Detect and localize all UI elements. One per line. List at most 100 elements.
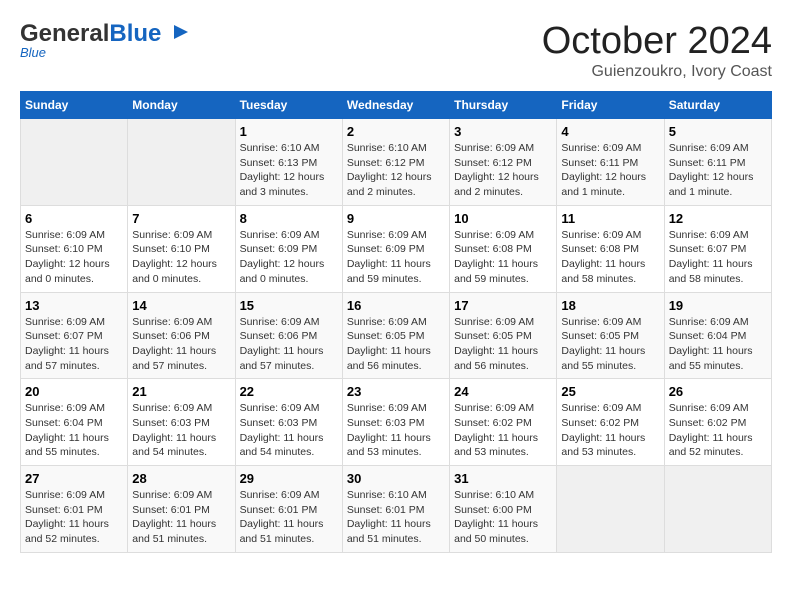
logo-arrow-icon [172,20,190,47]
day-number: 15 [240,298,338,313]
table-row: 18 Sunrise: 6:09 AM Sunset: 6:05 PM Dayli… [557,292,664,379]
col-saturday: Saturday [664,92,771,119]
day-number: 24 [454,384,552,399]
day-number: 28 [132,471,230,486]
table-row: 12 Sunrise: 6:09 AM Sunset: 6:07 PM Dayli… [664,205,771,292]
day-info: Sunrise: 6:09 AM Sunset: 6:10 PM Dayligh… [25,228,123,287]
calendar-week-row: 13Sunrise: 6:09 AM Sunset: 6:07 PM Dayli… [21,292,772,379]
day-info: Sunrise: 6:09 AM Sunset: 6:01 PM Dayligh… [240,488,338,547]
day-number: 1 [240,124,338,139]
day-number: 22 [240,384,338,399]
col-thursday: Thursday [450,92,557,119]
table-row: 22 Sunrise: 6:09 AM Sunset: 6:03 PM Dayli… [235,379,342,466]
day-number: 20 [25,384,123,399]
logo-blue: Blue [109,20,161,47]
col-friday: Friday [557,92,664,119]
day-number: 6 [25,211,123,226]
logo-text: GeneralBlue [20,20,190,48]
day-info: Sunrise: 6:09 AM Sunset: 6:03 PM Dayligh… [347,401,445,460]
day-number: 9 [347,211,445,226]
day-info: Sunrise: 6:10 AM Sunset: 6:00 PM Dayligh… [454,488,552,547]
calendar-table: Sunday Monday Tuesday Wednesday Thursday… [20,91,772,553]
day-number: 19 [669,298,767,313]
table-row: 26 Sunrise: 6:09 AM Sunset: 6:02 PM Dayli… [664,379,771,466]
table-row: 11 Sunrise: 6:09 AM Sunset: 6:08 PM Dayli… [557,205,664,292]
day-info: Sunrise: 6:09 AM Sunset: 6:05 PM Dayligh… [347,315,445,374]
day-info: Sunrise: 6:09 AM Sunset: 6:05 PM Dayligh… [561,315,659,374]
day-number: 14 [132,298,230,313]
day-info: Sunrise: 6:10 AM Sunset: 6:13 PM Dayligh… [240,141,338,200]
table-row: 6 Sunrise: 6:09 AM Sunset: 6:10 PM Daylig… [21,205,128,292]
day-info: Sunrise: 6:09 AM Sunset: 6:02 PM Dayligh… [561,401,659,460]
table-row: 29 Sunrise: 6:09 AM Sunset: 6:01 PM Dayli… [235,466,342,553]
day-number: 18 [561,298,659,313]
table-row: 21 Sunrise: 6:09 AM Sunset: 6:03 PM Dayli… [128,379,235,466]
day-info: Sunrise: 6:09 AM Sunset: 6:02 PM Dayligh… [669,401,767,460]
table-row: 10 Sunrise: 6:09 AM Sunset: 6:08 PM Dayli… [450,205,557,292]
day-info: Sunrise: 6:09 AM Sunset: 6:11 PM Dayligh… [669,141,767,200]
day-info: Sunrise: 6:09 AM Sunset: 6:01 PM Dayligh… [25,488,123,547]
day-info: Sunrise: 6:10 AM Sunset: 6:01 PM Dayligh… [347,488,445,547]
day-info: Sunrise: 6:09 AM Sunset: 6:06 PM Dayligh… [132,315,230,374]
col-wednesday: Wednesday [342,92,449,119]
table-row [557,466,664,553]
table-row: 30 Sunrise: 6:10 AM Sunset: 6:01 PM Dayli… [342,466,449,553]
day-info: Sunrise: 6:10 AM Sunset: 6:12 PM Dayligh… [347,141,445,200]
day-number: 25 [561,384,659,399]
table-row: 5Sunrise: 6:09 AM Sunset: 6:11 PM Daylig… [664,119,771,206]
table-row [128,119,235,206]
table-row: 16Sunrise: 6:09 AM Sunset: 6:05 PM Dayli… [342,292,449,379]
calendar-week-row: 6 Sunrise: 6:09 AM Sunset: 6:10 PM Daylig… [21,205,772,292]
location-title: Guienzoukro, Ivory Coast [542,63,772,81]
day-info: Sunrise: 6:09 AM Sunset: 6:07 PM Dayligh… [669,228,767,287]
table-row: 31 Sunrise: 6:10 AM Sunset: 6:00 PM Dayli… [450,466,557,553]
page-header: GeneralBlue Blue October 2024 Guienzoukr… [20,20,772,81]
table-row: 4Sunrise: 6:09 AM Sunset: 6:11 PM Daylig… [557,119,664,206]
day-info: Sunrise: 6:09 AM Sunset: 6:04 PM Dayligh… [25,401,123,460]
day-number: 26 [669,384,767,399]
day-info: Sunrise: 6:09 AM Sunset: 6:12 PM Dayligh… [454,141,552,200]
day-info: Sunrise: 6:09 AM Sunset: 6:05 PM Dayligh… [454,315,552,374]
day-number: 27 [25,471,123,486]
calendar-week-row: 1 Sunrise: 6:10 AM Sunset: 6:13 PM Daylig… [21,119,772,206]
logo: GeneralBlue Blue [20,20,190,60]
calendar-week-row: 27 Sunrise: 6:09 AM Sunset: 6:01 PM Dayli… [21,466,772,553]
day-number: 12 [669,211,767,226]
day-info: Sunrise: 6:09 AM Sunset: 6:01 PM Dayligh… [132,488,230,547]
day-number: 11 [561,211,659,226]
table-row: 23Sunrise: 6:09 AM Sunset: 6:03 PM Dayli… [342,379,449,466]
table-row [21,119,128,206]
day-info: Sunrise: 6:09 AM Sunset: 6:03 PM Dayligh… [132,401,230,460]
table-row [664,466,771,553]
day-info: Sunrise: 6:09 AM Sunset: 6:09 PM Dayligh… [240,228,338,287]
table-row: 7Sunrise: 6:09 AM Sunset: 6:10 PM Daylig… [128,205,235,292]
day-info: Sunrise: 6:09 AM Sunset: 6:03 PM Dayligh… [240,401,338,460]
day-number: 13 [25,298,123,313]
table-row: 24 Sunrise: 6:09 AM Sunset: 6:02 PM Dayli… [450,379,557,466]
table-row: 28 Sunrise: 6:09 AM Sunset: 6:01 PM Dayli… [128,466,235,553]
day-number: 8 [240,211,338,226]
month-title: October 2024 [542,20,772,63]
table-row: 27 Sunrise: 6:09 AM Sunset: 6:01 PM Dayli… [21,466,128,553]
table-row: 2 Sunrise: 6:10 AM Sunset: 6:12 PM Daylig… [342,119,449,206]
table-row: 9Sunrise: 6:09 AM Sunset: 6:09 PM Daylig… [342,205,449,292]
day-info: Sunrise: 6:09 AM Sunset: 6:04 PM Dayligh… [669,315,767,374]
day-number: 29 [240,471,338,486]
table-row: 20 Sunrise: 6:09 AM Sunset: 6:04 PM Dayli… [21,379,128,466]
day-number: 21 [132,384,230,399]
day-number: 2 [347,124,445,139]
table-row: 25 Sunrise: 6:09 AM Sunset: 6:02 PM Dayli… [557,379,664,466]
day-number: 7 [132,211,230,226]
day-info: Sunrise: 6:09 AM Sunset: 6:02 PM Dayligh… [454,401,552,460]
table-row: 17 Sunrise: 6:09 AM Sunset: 6:05 PM Dayli… [450,292,557,379]
col-tuesday: Tuesday [235,92,342,119]
day-info: Sunrise: 6:09 AM Sunset: 6:08 PM Dayligh… [561,228,659,287]
day-number: 10 [454,211,552,226]
day-number: 30 [347,471,445,486]
day-info: Sunrise: 6:09 AM Sunset: 6:11 PM Dayligh… [561,141,659,200]
day-info: Sunrise: 6:09 AM Sunset: 6:08 PM Dayligh… [454,228,552,287]
table-row: 14 Sunrise: 6:09 AM Sunset: 6:06 PM Dayli… [128,292,235,379]
table-row: 19 Sunrise: 6:09 AM Sunset: 6:04 PM Dayli… [664,292,771,379]
day-number: 17 [454,298,552,313]
day-number: 31 [454,471,552,486]
